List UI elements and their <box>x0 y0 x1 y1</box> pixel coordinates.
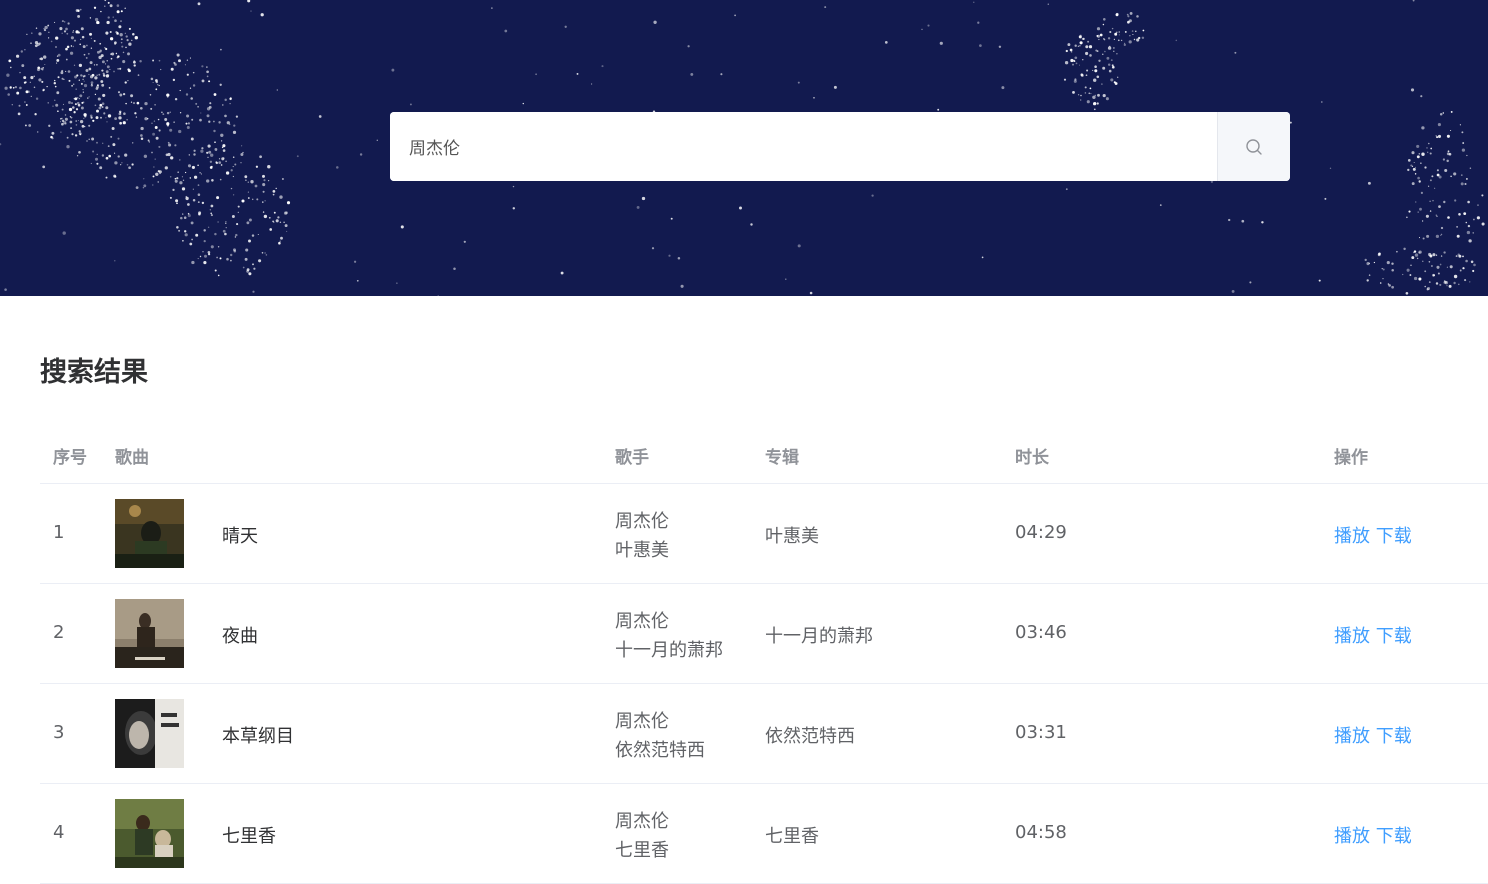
album-name[interactable]: 七里香 <box>765 822 819 848</box>
song-title[interactable]: 七里香 <box>222 822 276 848</box>
artist-name[interactable]: 周杰伦 <box>615 807 669 836</box>
artist-name[interactable]: 周杰伦 <box>615 507 669 536</box>
search-icon <box>1246 138 1262 155</box>
duration: 04:29 <box>1015 522 1067 543</box>
artist-cell: 周杰伦 叶惠美 <box>615 507 669 565</box>
download-button[interactable]: 下载 <box>1376 726 1412 747</box>
actions-cell: 播放 下载 <box>1334 622 1412 648</box>
album-name[interactable]: 依然范特西 <box>765 722 855 748</box>
actions-cell: 播放 下载 <box>1334 822 1412 848</box>
download-button[interactable]: 下载 <box>1376 626 1412 647</box>
artist-album: 依然范特西 <box>615 740 705 761</box>
download-button[interactable]: 下载 <box>1376 526 1412 547</box>
artist-album: 七里香 <box>615 840 669 861</box>
play-button[interactable]: 播放 <box>1334 526 1370 547</box>
duration: 03:46 <box>1015 622 1067 643</box>
album-name[interactable]: 叶惠美 <box>765 522 819 548</box>
search-button[interactable] <box>1217 112 1290 181</box>
header-song: 歌曲 <box>115 448 149 468</box>
play-button[interactable]: 播放 <box>1334 726 1370 747</box>
search-input[interactable] <box>390 112 1217 181</box>
download-button[interactable]: 下载 <box>1376 826 1412 847</box>
song-title[interactable]: 本草纲目 <box>222 722 294 748</box>
header-artist: 歌手 <box>615 448 649 468</box>
page-title: 搜索结果 <box>40 357 148 388</box>
album-cover <box>115 699 184 768</box>
row-index: 1 <box>53 522 65 543</box>
table-row: 4 七里香 周杰伦 七里香 七里香 04:58 播放 下载 <box>40 784 1488 884</box>
actions-cell: 播放 下载 <box>1334 522 1412 548</box>
header-index: 序号 <box>53 448 87 468</box>
table-row: 1 晴天 周杰伦 叶惠美 叶惠美 04:29 播放 下载 <box>40 484 1488 584</box>
artist-cell: 周杰伦 十一月的萧邦 <box>615 607 723 665</box>
header-actions: 操作 <box>1334 448 1368 468</box>
row-index: 4 <box>53 822 65 843</box>
album-cover <box>115 799 184 868</box>
header-duration: 时长 <box>1015 448 1049 468</box>
actions-cell: 播放 下载 <box>1334 722 1412 748</box>
artist-cell: 周杰伦 依然范特西 <box>615 707 705 765</box>
table-row: 3 本草纲目 周杰伦 依然范特西 依然范特西 03:31 播放 下载 <box>40 684 1488 784</box>
artist-album: 叶惠美 <box>615 540 669 561</box>
duration: 03:31 <box>1015 722 1067 743</box>
song-title[interactable]: 夜曲 <box>222 622 258 648</box>
search-bar <box>390 112 1290 181</box>
artist-cell: 周杰伦 七里香 <box>615 807 669 865</box>
artist-name[interactable]: 周杰伦 <box>615 607 723 636</box>
table-row: 2 夜曲 周杰伦 十一月的萧邦 十一月的萧邦 03:46 播放 下载 <box>40 584 1488 684</box>
duration: 04:58 <box>1015 822 1067 843</box>
results-table: 序号 歌曲 歌手 专辑 时长 操作 1 晴天 周杰伦 叶惠美 叶惠美 04:29… <box>40 424 1488 884</box>
table-header: 序号 歌曲 歌手 专辑 时长 操作 <box>40 424 1488 484</box>
row-index: 2 <box>53 622 65 643</box>
header-album: 专辑 <box>765 448 799 468</box>
row-index: 3 <box>53 722 65 743</box>
artist-album: 十一月的萧邦 <box>615 640 723 661</box>
play-button[interactable]: 播放 <box>1334 626 1370 647</box>
album-cover <box>115 499 184 568</box>
album-cover <box>115 599 184 668</box>
play-button[interactable]: 播放 <box>1334 826 1370 847</box>
artist-name[interactable]: 周杰伦 <box>615 707 705 736</box>
album-name[interactable]: 十一月的萧邦 <box>765 622 873 648</box>
song-title[interactable]: 晴天 <box>222 522 258 548</box>
